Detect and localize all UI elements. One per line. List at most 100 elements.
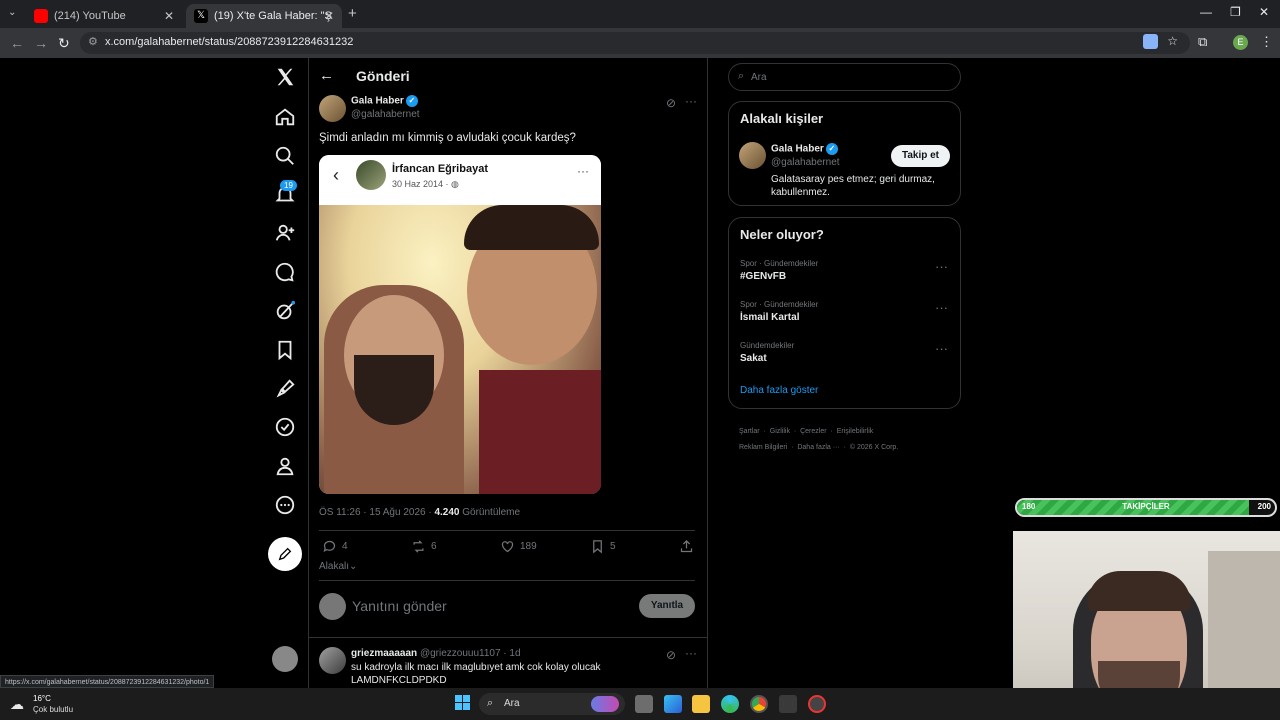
footer-link[interactable]: Gizlilik (770, 428, 790, 435)
tweet-image[interactable]: ‹ İrfancan Eğribayat 30 Haz 2014 · ◍ ··· (319, 155, 601, 494)
site-info-icon[interactable]: ⚙ (88, 35, 98, 48)
related-person-handle[interactable]: @galahabernet (771, 157, 840, 168)
retweet-count: 6 (431, 541, 437, 552)
like-action[interactable]: 189 (500, 539, 537, 554)
trend-item[interactable]: Gündemdekiler Sakat ··· (729, 337, 960, 377)
search-input[interactable]: Ara (751, 72, 767, 83)
tab-youtube[interactable]: (214) YouTube ✕ (26, 4, 182, 28)
page-title: Gönderi (356, 68, 410, 84)
retweet-action[interactable]: 6 (411, 539, 437, 554)
author-name-row[interactable]: Gala Haber ✓ (351, 95, 418, 107)
window-close-icon[interactable]: ✕ (1259, 5, 1269, 19)
bookmark-action[interactable]: 5 (590, 539, 616, 554)
taskbar: ☁ 16°C Çok bulutlu ⌕ Ara (0, 688, 1280, 720)
footer-link[interactable]: Çerezler (800, 428, 826, 435)
compose-post-button[interactable] (268, 537, 302, 571)
reply-count: 4 (342, 541, 348, 552)
share-action[interactable] (679, 539, 694, 554)
show-more-link[interactable]: Daha fazla göster (740, 385, 818, 396)
tweet-more-icon[interactable]: ··· (685, 94, 697, 108)
reply-action[interactable]: 4 (322, 539, 348, 554)
trend-more-icon[interactable]: ··· (935, 341, 948, 356)
author-handle[interactable]: @galahabernet (351, 109, 420, 120)
minimize-icon[interactable]: — (1200, 5, 1212, 19)
search-box[interactable]: ⌕ Ara (728, 63, 961, 91)
hair-right (464, 205, 599, 250)
reply-header: griezmaaaaan @griezzouuu1107 · 1d (351, 648, 521, 659)
footer-link[interactable]: Erişilebilirlik (837, 428, 874, 435)
trends-card: Neler oluyor? Spor · Gündemdekiler #GENv… (728, 217, 961, 409)
embedded-back-icon: ‹ (333, 165, 339, 185)
extensions-icon[interactable]: ⧉ (1198, 34, 1207, 50)
back-icon[interactable]: ← (10, 35, 24, 51)
chrome-icon[interactable] (750, 695, 768, 713)
grok-explain-icon[interactable]: ⊘ (666, 96, 676, 110)
store-icon[interactable] (779, 695, 797, 713)
author-name: Gala Haber (351, 95, 404, 107)
account-avatar[interactable] (272, 646, 298, 672)
follow-people-icon[interactable] (274, 222, 296, 244)
obs-icon[interactable] (808, 695, 826, 713)
follow-button[interactable]: Takip et (891, 145, 950, 167)
edge-icon[interactable] (721, 695, 739, 713)
footer-link[interactable]: Daha fazla ··· (797, 444, 839, 451)
reply-input[interactable]: Yanıtını gönder (352, 598, 447, 614)
more-circle-icon[interactable] (274, 494, 296, 516)
embedded-post-header: ‹ İrfancan Eğribayat 30 Haz 2014 · ◍ ··· (319, 155, 601, 205)
embedded-date-text: 30 Haz 2014 · (392, 179, 452, 189)
trend-more-icon[interactable]: ··· (935, 259, 948, 274)
reply-more-icon[interactable]: ··· (685, 646, 697, 660)
profile-icon[interactable] (274, 455, 296, 477)
reply-submit-button[interactable]: Yanıtla (639, 594, 695, 618)
start-windows-icon[interactable] (455, 695, 471, 711)
task-view-icon[interactable] (635, 695, 653, 713)
file-explorer-icon[interactable] (692, 695, 710, 713)
footer-link[interactable]: Şartlar (739, 428, 760, 435)
notifications-bell-icon[interactable]: 19 (274, 180, 297, 206)
tab-x[interactable]: 𝕏 (19) X'te Gala Haber: "Şimdi anl ✕ (186, 4, 342, 28)
close-tab-icon[interactable]: ✕ (164, 9, 174, 23)
related-person-avatar[interactable] (739, 142, 766, 169)
explore-search-icon[interactable] (274, 145, 296, 167)
weather-desc: Çok bulutlu (33, 705, 74, 714)
weather-temp: 16°C (33, 694, 51, 703)
compose-icon (278, 547, 292, 561)
profile-avatar[interactable]: E (1233, 35, 1248, 50)
trend-item[interactable]: Spor · Gündemdekiler İsmail Kartal ··· (729, 296, 960, 336)
close-tab-icon[interactable]: ✕ (324, 9, 334, 23)
related-person-name-row[interactable]: Gala Haber ✓ (771, 143, 838, 155)
menu-dots-icon[interactable]: ⋮ (1260, 34, 1273, 50)
reload-icon[interactable]: ↻ (58, 35, 70, 52)
footer-link[interactable]: Reklam Bilgileri (739, 444, 787, 451)
rocket-icon[interactable] (274, 378, 296, 400)
bookmark-star-icon[interactable]: ☆ (1167, 34, 1178, 48)
new-tab-button[interactable]: + (348, 5, 357, 22)
grok-icon[interactable] (274, 300, 296, 322)
back-arrow-icon[interactable]: ← (319, 67, 334, 84)
related-dropdown[interactable]: Alakalı⌄ (319, 561, 357, 572)
forward-icon[interactable]: → (34, 35, 48, 51)
reply-grok-icon[interactable]: ⊘ (666, 648, 676, 662)
taskbar-search[interactable]: ⌕ Ara (479, 693, 625, 715)
trend-more-icon[interactable]: ··· (935, 300, 948, 315)
address-bar[interactable]: ⚙ x.com/galahabernet/status/208872391228… (80, 32, 1190, 54)
reply-author-handle[interactable]: @griezzouuu1107 · 1d (420, 648, 521, 659)
weather-cloud-icon[interactable]: ☁ (10, 696, 24, 713)
tab-search-icon[interactable]: ⌄ (8, 7, 16, 18)
bookmarks-icon[interactable] (274, 339, 296, 361)
messages-icon[interactable] (274, 261, 296, 283)
trend-item[interactable]: Spor · Gündemdekiler #GENvFB ··· (729, 255, 960, 295)
x-logo-icon[interactable] (274, 66, 296, 88)
author-avatar[interactable] (319, 95, 346, 122)
premium-verified-icon[interactable] (274, 416, 296, 438)
footer-links: Şartlar · Gizlilik · Çerezler · Erişileb… (739, 428, 899, 451)
reply-author-avatar[interactable] (319, 647, 346, 674)
youtube-icon (34, 9, 48, 23)
copilot-icon[interactable] (664, 695, 682, 713)
reply-author-name[interactable]: griezmaaaaan (351, 648, 417, 659)
translate-icon[interactable] (1143, 34, 1158, 49)
tweet-timestamp[interactable]: ÖS 11:26 · 15 Ağu 2026 · (319, 507, 434, 518)
restore-icon[interactable]: ❐ (1230, 5, 1241, 19)
trend-context: Gündemdekiler (740, 341, 795, 350)
home-icon[interactable] (274, 106, 296, 128)
